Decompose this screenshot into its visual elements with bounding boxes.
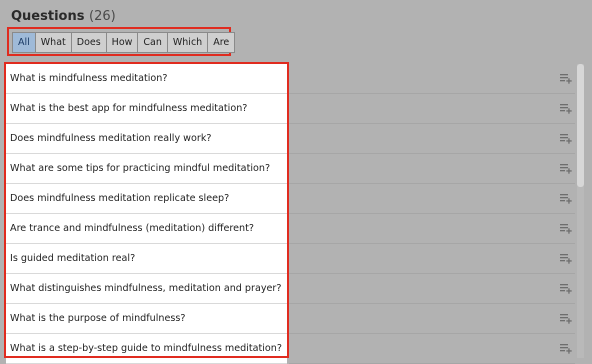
row-divider <box>289 64 575 94</box>
add-to-list-icon[interactable] <box>559 124 573 154</box>
question-row[interactable]: Does mindfulness meditation replicate sl… <box>6 184 287 214</box>
question-row[interactable]: Does mindfulness meditation really work? <box>6 124 287 154</box>
add-to-list-icon[interactable] <box>559 274 573 304</box>
question-row[interactable]: What is a step-by-step guide to mindfuln… <box>6 334 287 364</box>
add-to-list-icon[interactable] <box>559 214 573 244</box>
filter-chip-are[interactable]: Are <box>208 33 234 52</box>
question-list: What is mindfulness meditation? What is t… <box>6 64 287 364</box>
add-to-list-icon[interactable] <box>559 64 573 94</box>
questions-count: (26) <box>89 9 116 24</box>
question-row[interactable]: What is the best app for mindfulness med… <box>6 94 287 124</box>
question-row[interactable]: What are some tips for practicing mindfu… <box>6 154 287 184</box>
filter-chip-does[interactable]: Does <box>72 33 107 52</box>
row-divider <box>289 154 575 184</box>
question-row[interactable]: What distinguishes mindfulness, meditati… <box>6 274 287 304</box>
add-to-list-icon[interactable] <box>559 244 573 274</box>
row-divider <box>289 124 575 154</box>
add-to-list-icon[interactable] <box>559 154 573 184</box>
question-filter-bar: All What Does How Can Which Are <box>12 32 236 53</box>
filter-chip-what[interactable]: What <box>36 33 72 52</box>
row-divider <box>289 184 575 214</box>
questions-title: Questions <box>11 9 85 24</box>
row-divider <box>289 304 575 334</box>
filter-chip-how[interactable]: How <box>107 33 139 52</box>
row-actions <box>559 64 573 364</box>
questions-header: Questions (26) <box>11 9 116 24</box>
row-divider <box>289 244 575 274</box>
row-divider <box>289 94 575 124</box>
row-divider <box>289 274 575 304</box>
scrollbar-thumb[interactable] <box>577 64 584 187</box>
row-divider <box>289 334 575 364</box>
row-divider <box>289 214 575 244</box>
question-row[interactable]: What is the purpose of mindfulness? <box>6 304 287 334</box>
add-to-list-icon[interactable] <box>559 304 573 334</box>
add-to-list-icon[interactable] <box>559 334 573 364</box>
question-row[interactable]: Are trance and mindfulness (meditation) … <box>6 214 287 244</box>
filter-chip-all[interactable]: All <box>13 33 36 52</box>
add-to-list-icon[interactable] <box>559 184 573 214</box>
add-to-list-icon[interactable] <box>559 94 573 124</box>
scrollbar[interactable] <box>577 64 584 358</box>
question-row[interactable]: Is guided meditation real? <box>6 244 287 274</box>
row-dividers <box>289 64 575 364</box>
filter-chip-which[interactable]: Which <box>168 33 209 52</box>
question-row[interactable]: What is mindfulness meditation? <box>6 64 287 94</box>
filter-chip-can[interactable]: Can <box>138 33 168 52</box>
